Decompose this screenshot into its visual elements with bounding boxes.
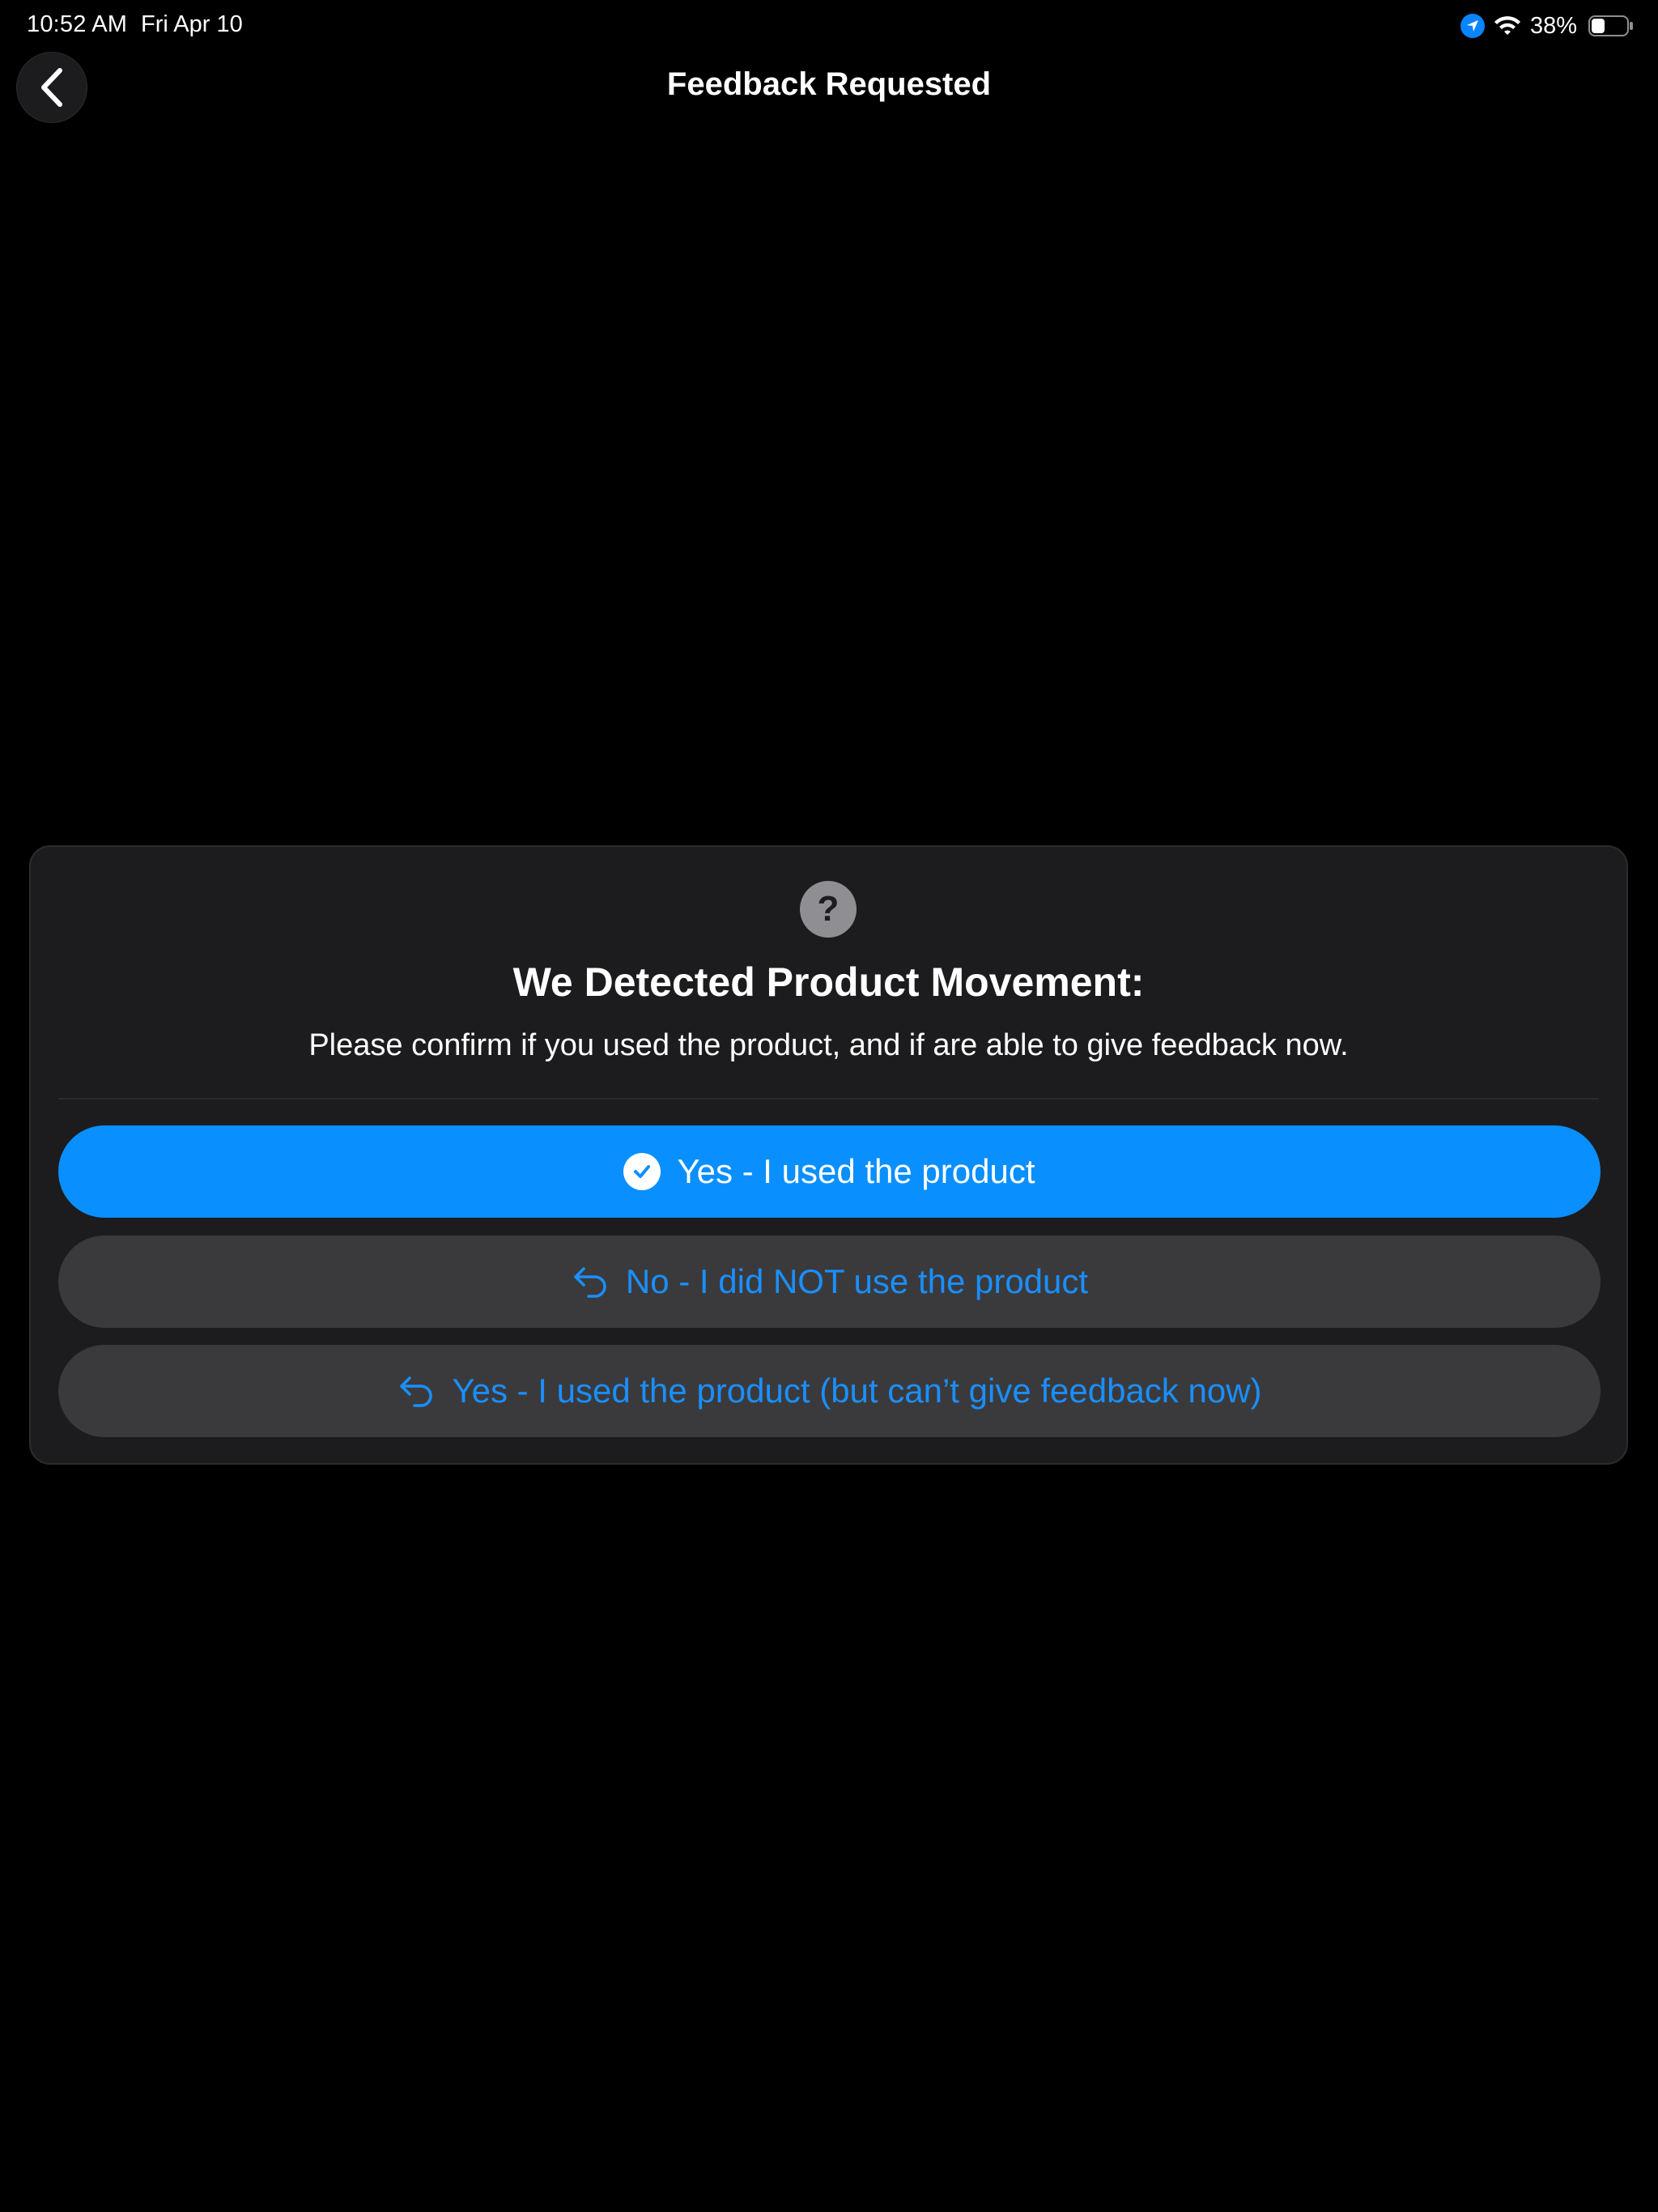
status-bar: 10:52 AM Fri Apr 10 38% xyxy=(0,0,1658,52)
no-did-not-use-button[interactable]: No - I did NOT use the product xyxy=(58,1236,1601,1328)
card-subtitle: Please confirm if you used the product, … xyxy=(308,1028,1349,1062)
reply-arrow-icon xyxy=(400,1376,433,1407)
product-movement-card: ? We Detected Product Movement: Please c… xyxy=(29,845,1628,1465)
checkmark-circle-icon xyxy=(623,1153,661,1190)
button-label: No - I did NOT use the product xyxy=(625,1262,1089,1300)
status-date: Fri Apr 10 xyxy=(141,11,243,37)
feedback-screen: 10:52 AM Fri Apr 10 38% Feedback Request… xyxy=(0,0,1658,2212)
reply-arrow-icon xyxy=(574,1267,606,1298)
battery-icon xyxy=(1588,15,1633,36)
status-indicators: 38% xyxy=(1460,10,1634,42)
button-label: Yes - I used the product (but can’t give… xyxy=(452,1372,1262,1410)
button-label: Yes - I used the product xyxy=(677,1152,1035,1190)
divider xyxy=(58,1098,1599,1100)
wifi-icon xyxy=(1494,16,1520,35)
yes-feedback-later-button[interactable]: Yes - I used the product (but can’t give… xyxy=(58,1345,1601,1437)
yes-used-product-button[interactable]: Yes - I used the product xyxy=(58,1125,1601,1218)
location-arrow-icon xyxy=(1460,14,1485,38)
question-mark-icon: ? xyxy=(800,881,857,938)
page-title: Feedback Requested xyxy=(666,66,992,102)
status-time: 10:52 AM xyxy=(27,11,128,37)
card-title: We Detected Product Movement: xyxy=(512,959,1145,1005)
battery-percent: 38% xyxy=(1529,12,1577,39)
